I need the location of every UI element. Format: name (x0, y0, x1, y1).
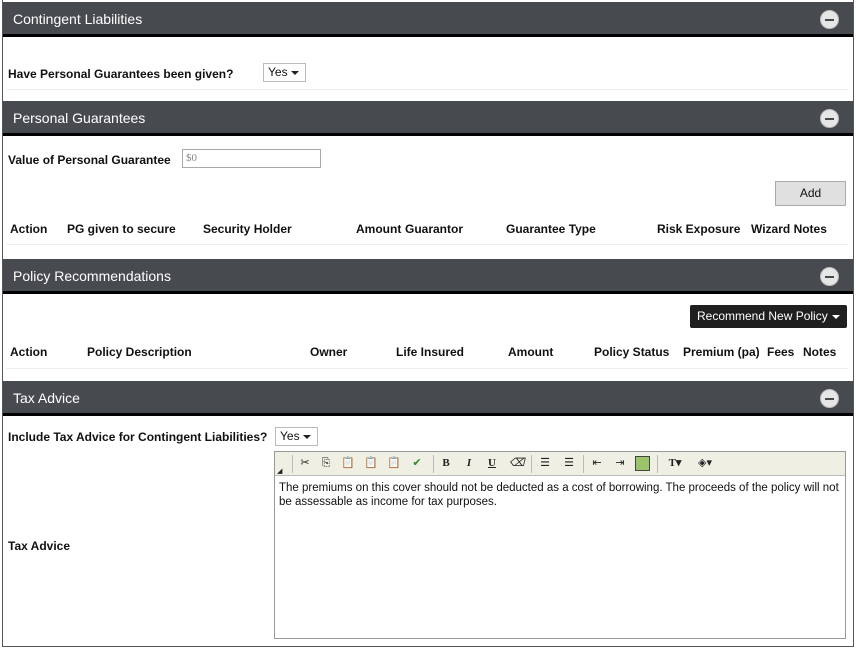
section-title: Contingent Liabilities (13, 11, 143, 27)
toolbar-separator (433, 455, 434, 473)
column-header[interactable]: Wizard Notes (751, 222, 827, 236)
italic-icon[interactable]: I (463, 456, 475, 471)
editor-content[interactable]: The premiums on this cover should not be… (275, 476, 845, 514)
toolbar-separator (657, 455, 658, 473)
column-header[interactable]: Notes (803, 345, 836, 359)
unordered-list-icon[interactable]: ☰ (561, 456, 577, 471)
column-header[interactable]: Security Holder (203, 222, 292, 236)
select-value: Yes (268, 65, 288, 79)
paste-icon[interactable]: 📋 (341, 456, 355, 471)
collapse-icon[interactable] (820, 389, 839, 408)
chevron-down-icon (291, 71, 299, 75)
column-header[interactable]: Owner (310, 345, 347, 359)
indent-icon[interactable]: ⇥ (612, 456, 628, 471)
chevron-down-icon (303, 435, 311, 439)
personal-guarantees-select[interactable]: Yes (263, 63, 306, 82)
tax-advice-header[interactable]: Tax Advice (3, 381, 853, 416)
personal-guarantees-header[interactable]: Personal Guarantees (3, 101, 853, 136)
column-header[interactable]: Policy Description (87, 345, 192, 359)
ordered-list-icon[interactable]: ☰ (537, 456, 553, 471)
clear-format-icon[interactable]: ⌫ (509, 456, 525, 471)
policy-recommendations-header[interactable]: Policy Recommendations (3, 259, 853, 294)
underline-icon[interactable]: U (486, 456, 498, 471)
column-header[interactable]: Amount (508, 345, 553, 359)
column-header[interactable]: Guarantor (405, 222, 463, 236)
column-header[interactable]: Amount (356, 222, 401, 236)
column-header[interactable]: Policy Status (594, 345, 669, 359)
copy-icon[interactable]: ⎘ (319, 456, 333, 471)
bold-icon[interactable]: B (440, 456, 452, 471)
background-color-icon[interactable]: ◈▾ (693, 456, 717, 471)
paste-text-icon[interactable]: 📋 (364, 456, 378, 471)
collapse-icon[interactable] (820, 267, 839, 286)
outdent-icon[interactable]: ⇤ (589, 456, 605, 471)
add-button[interactable]: Add (775, 181, 846, 206)
spellcheck-icon[interactable]: ✔ (410, 456, 424, 471)
divider (6, 89, 849, 90)
column-header[interactable]: Fees (767, 345, 794, 359)
button-label: Recommend New Policy (697, 309, 828, 323)
toolbar-separator (292, 455, 293, 473)
toolbar-separator (583, 455, 584, 473)
column-header[interactable]: Premium (pa) (683, 345, 760, 359)
include-tax-advice-label: Include Tax Advice for Contingent Liabil… (8, 430, 268, 444)
personal-guarantees-question: Have Personal Guarantees been given? (8, 67, 234, 81)
section-title: Policy Recommendations (13, 268, 171, 284)
paste-word-icon[interactable]: 📋 (387, 456, 401, 471)
resize-icon[interactable]: ◢ (277, 464, 282, 479)
tax-advice-editor[interactable]: ◢ ✂ ⎘ 📋 📋 📋 ✔ B I U ⌫ ☰ ☰ ⇤ ⇥ T▾ ◈▾ The … (274, 451, 846, 639)
editor-toolbar: ◢ ✂ ⎘ 📋 📋 📋 ✔ B I U ⌫ ☰ ☰ ⇤ ⇥ T▾ ◈▾ (275, 452, 845, 476)
divider (6, 244, 849, 245)
tax-advice-label: Tax Advice (8, 539, 71, 553)
recommend-new-policy-button[interactable]: Recommend New Policy (690, 305, 847, 328)
column-header[interactable]: PG given to secure (67, 222, 176, 236)
toolbar-separator (531, 455, 532, 473)
column-header[interactable]: Action (10, 345, 47, 359)
text-color-icon[interactable]: T▾ (663, 456, 687, 471)
value-of-guarantee-input[interactable]: $0 (182, 149, 321, 168)
section-title: Personal Guarantees (13, 110, 146, 126)
collapse-icon[interactable] (820, 10, 839, 29)
image-icon[interactable] (635, 456, 650, 471)
column-header[interactable]: Guarantee Type (506, 222, 596, 236)
chevron-down-icon (832, 315, 840, 319)
column-header[interactable]: Risk Exposure (657, 222, 740, 236)
contingent-liabilities-header[interactable]: Contingent Liabilities (3, 2, 853, 37)
collapse-icon[interactable] (820, 109, 839, 128)
cut-icon[interactable]: ✂ (298, 456, 312, 471)
column-header[interactable]: Action (10, 222, 47, 236)
column-header[interactable]: Life Insured (396, 345, 464, 359)
section-title: Tax Advice (13, 390, 80, 406)
include-tax-advice-select[interactable]: Yes (275, 427, 318, 446)
value-of-guarantee-label: Value of Personal Guarantee (8, 153, 171, 167)
select-value: Yes (280, 429, 300, 443)
divider (6, 368, 849, 369)
